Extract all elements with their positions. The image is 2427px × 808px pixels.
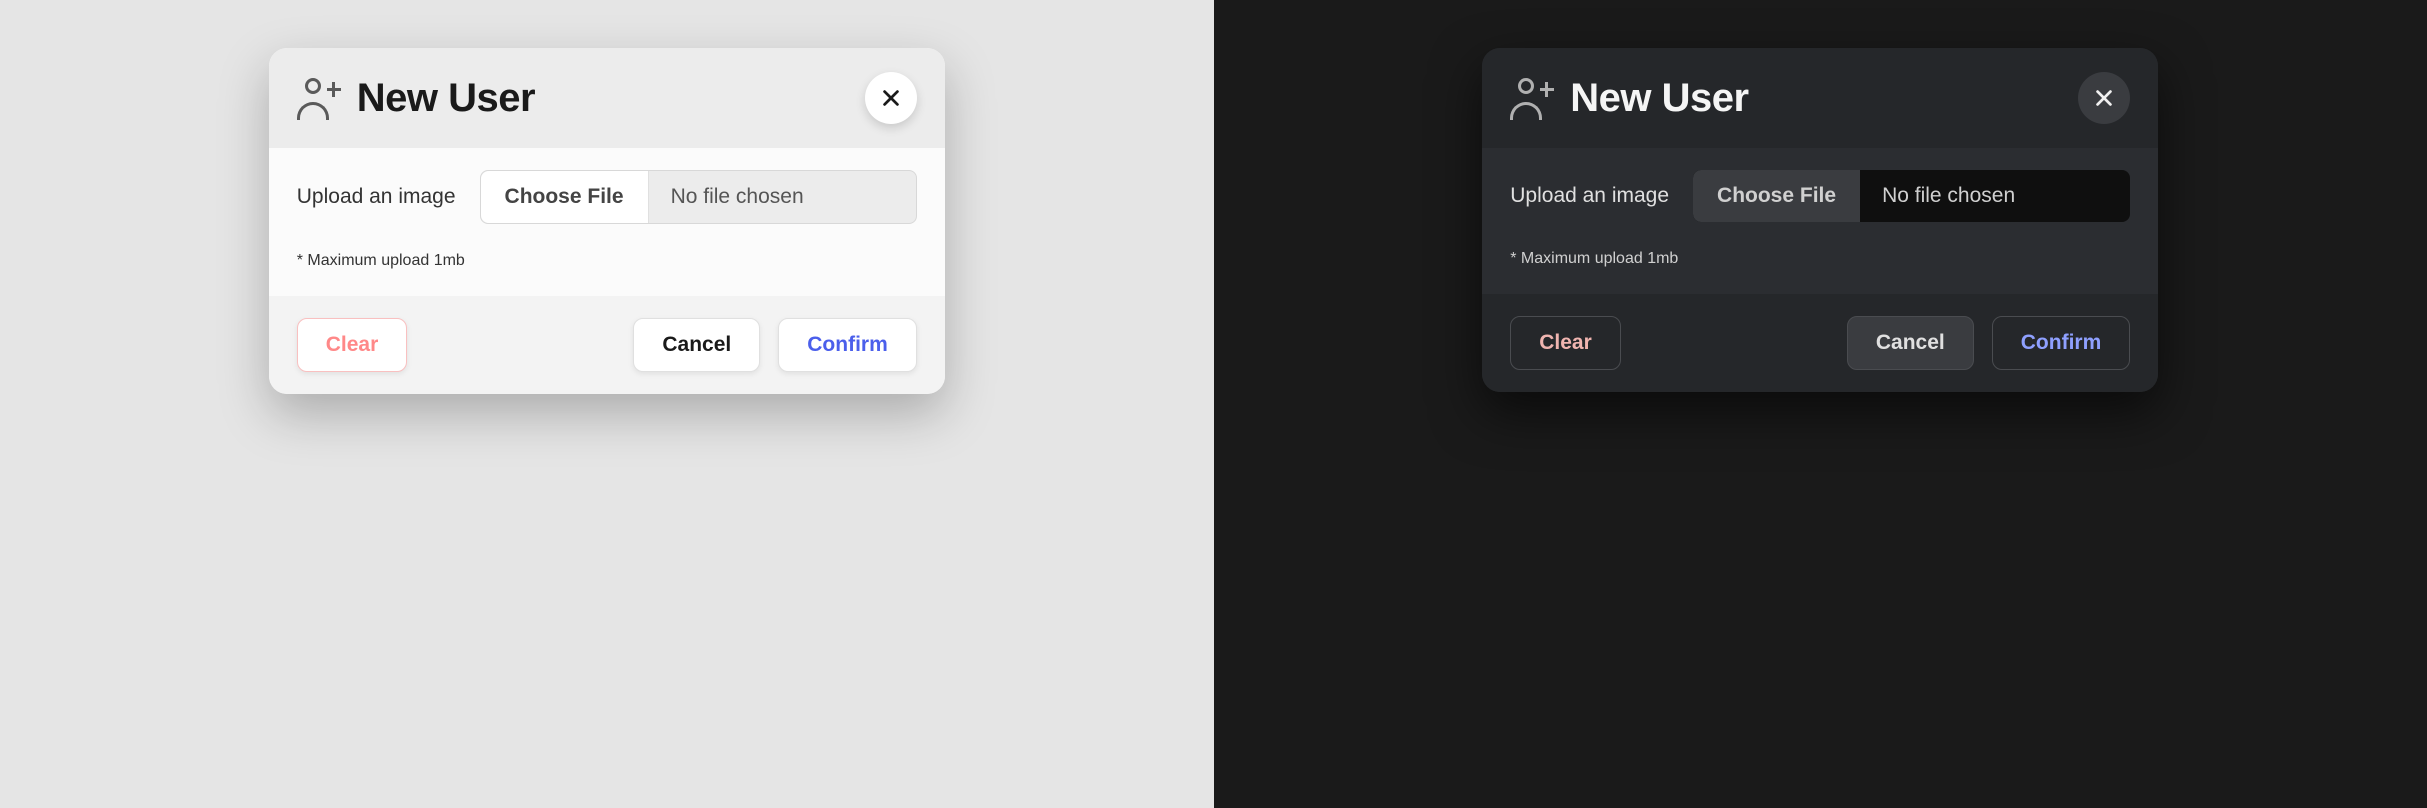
dark-panel: New User Upload an image Choose File No … <box>1214 0 2427 808</box>
light-panel: New User Upload an image Choose File No … <box>0 0 1214 808</box>
footer-right: Cancel Confirm <box>1847 316 2130 370</box>
dialog-footer: Clear Cancel Confirm <box>269 296 945 394</box>
dialog-title: New User <box>1570 76 1748 121</box>
footer-right: Cancel Confirm <box>633 318 916 372</box>
close-icon <box>2093 87 2115 109</box>
user-plus-icon <box>1510 76 1550 120</box>
cancel-button[interactable]: Cancel <box>633 318 760 372</box>
dialog-body: Upload an image Choose File No file chos… <box>269 148 945 296</box>
dialog-title: New User <box>357 76 535 121</box>
clear-button[interactable]: Clear <box>297 318 408 372</box>
clear-button[interactable]: Clear <box>1510 316 1621 370</box>
dialog-footer: Clear Cancel Confirm <box>1482 294 2158 392</box>
upload-hint: * Maximum upload 1mb <box>297 252 917 270</box>
dialog-header: New User <box>1482 48 2158 148</box>
dialog-body: Upload an image Choose File No file chos… <box>1482 148 2158 294</box>
choose-file-button[interactable]: Choose File <box>1693 170 1860 222</box>
file-status: No file chosen <box>649 171 916 223</box>
close-button[interactable] <box>2078 72 2130 124</box>
upload-row: Upload an image Choose File No file chos… <box>1510 170 2130 222</box>
close-button[interactable] <box>865 72 917 124</box>
confirm-button[interactable]: Confirm <box>1992 316 2131 370</box>
upload-row: Upload an image Choose File No file chos… <box>297 170 917 224</box>
header-left: New User <box>1510 76 1748 121</box>
choose-file-button[interactable]: Choose File <box>481 171 649 223</box>
file-status: No file chosen <box>1860 170 2130 222</box>
dialog-header: New User <box>269 48 945 148</box>
file-input[interactable]: Choose File No file chosen <box>480 170 917 224</box>
user-plus-icon <box>297 76 337 120</box>
upload-hint: * Maximum upload 1mb <box>1510 250 2130 268</box>
file-input[interactable]: Choose File No file chosen <box>1693 170 2130 222</box>
close-icon <box>880 87 902 109</box>
upload-label: Upload an image <box>297 185 456 209</box>
upload-label: Upload an image <box>1510 184 1669 208</box>
new-user-dialog: New User Upload an image Choose File No … <box>1482 48 2158 392</box>
header-left: New User <box>297 76 535 121</box>
new-user-dialog: New User Upload an image Choose File No … <box>269 48 945 394</box>
cancel-button[interactable]: Cancel <box>1847 316 1974 370</box>
confirm-button[interactable]: Confirm <box>778 318 917 372</box>
